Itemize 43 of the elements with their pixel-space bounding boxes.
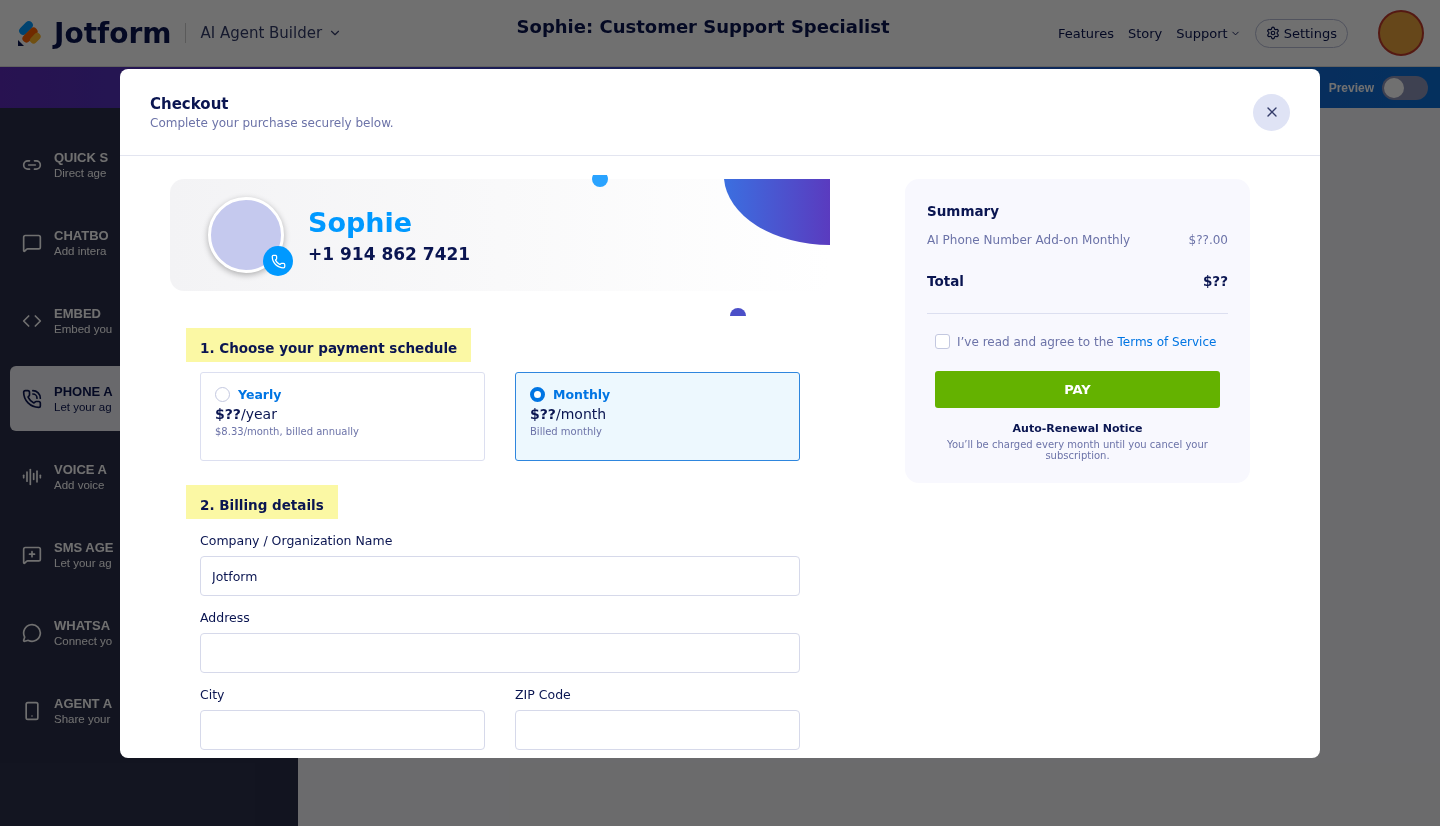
field-label: Address	[200, 610, 251, 625]
item-subtitle: Direct age	[54, 167, 108, 179]
item-subtitle: Share your	[54, 713, 112, 725]
plan-note: $8.33/month, billed annually	[215, 426, 360, 437]
summary-title: Summary	[927, 203, 1001, 219]
brand-name: Jotform	[54, 16, 172, 50]
item-subtitle: Let your ag	[54, 401, 113, 413]
dialog-title: Checkout	[150, 94, 230, 113]
item-title: VOICE A	[54, 462, 107, 477]
item-title: CHATBO	[54, 228, 109, 243]
item-title: AGENT A	[54, 696, 113, 711]
field-label: Company / Organization Name	[200, 533, 394, 548]
item-subtitle: Connect yo	[54, 635, 113, 647]
item-title: EMBED	[54, 306, 102, 321]
notice-text: You’ll be charged every month until you cancel your subscription.	[946, 439, 1209, 461]
total-amount: $??	[1202, 273, 1228, 289]
field-label: City	[200, 687, 226, 702]
item-subtitle: Let your ag	[54, 557, 113, 569]
plan-price: $??/month	[530, 406, 608, 422]
preview-label: Preview	[1328, 80, 1374, 95]
item-title: QUICK S	[54, 150, 109, 165]
line-item: AI Phone Number Add-on Monthly	[927, 233, 1131, 247]
section-heading: 2. Billing details	[186, 485, 338, 519]
plan-name: Yearly	[238, 387, 282, 402]
dialog-subtitle: Complete your purchase securely below.	[150, 115, 394, 130]
agent-phone: +1 914 862 7421	[308, 243, 471, 264]
section-heading: 1. Choose your payment schedule	[186, 328, 472, 362]
agent-name: Sophie	[308, 206, 414, 238]
page-title: Sophie: Customer Support Specialist	[515, 15, 891, 37]
item-subtitle: Add voice	[54, 479, 106, 491]
field-label: ZIP Code	[515, 687, 572, 702]
terms-text: I’ve read and agree to the Terms of Service	[957, 334, 1217, 349]
plan-name: Monthly	[553, 387, 611, 402]
item-subtitle: Embed you	[54, 323, 113, 335]
line-price: $??.00	[1188, 233, 1228, 247]
plan-price: $??/year	[215, 406, 278, 422]
plan-note: Billed monthly	[530, 426, 604, 437]
notice-title: Auto-Renewal Notice	[1011, 422, 1144, 435]
item-subtitle: Add intera	[54, 245, 108, 257]
item-title: WHATSA	[54, 618, 112, 633]
total-label: Total	[927, 273, 964, 289]
item-title: SMS AGE	[54, 540, 114, 555]
item-title: PHONE A	[54, 384, 113, 399]
